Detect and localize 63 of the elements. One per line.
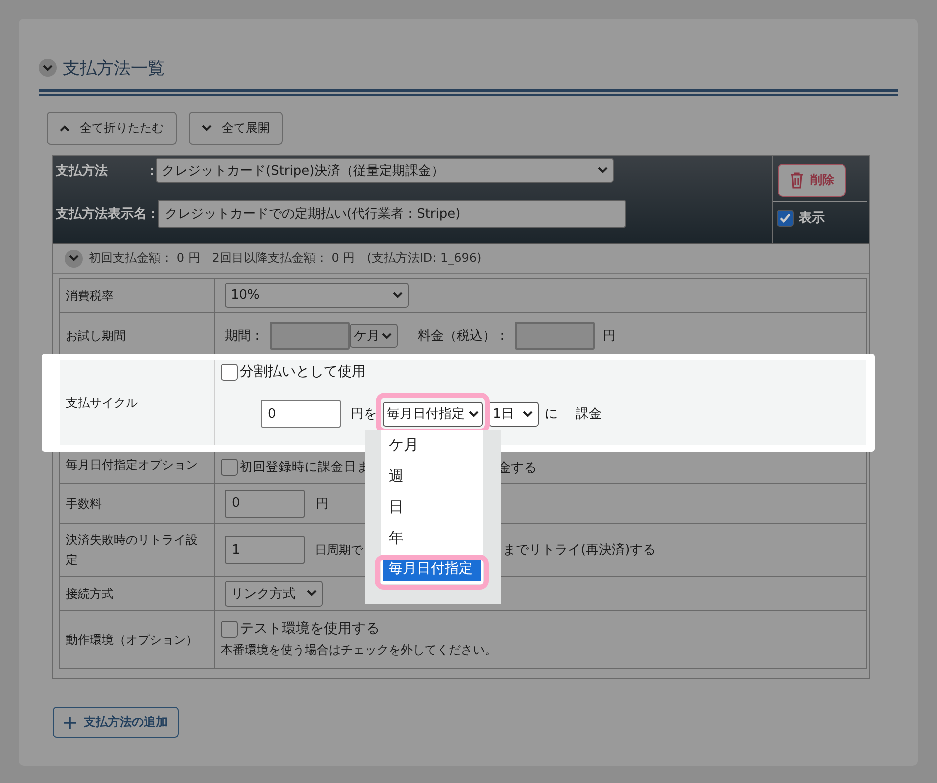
dropdown-option[interactable]: 週 <box>383 460 481 492</box>
dropdown-option[interactable]: ケ月 <box>383 430 481 460</box>
price-field[interactable] <box>515 322 595 350</box>
expand-all-button[interactable]: 全て展開 <box>189 112 283 145</box>
row-label: 毎月日付指定オプション <box>66 456 198 474</box>
retry-interval-field[interactable]: 1 <box>225 536 305 564</box>
collapse-toggle[interactable] <box>65 250 83 268</box>
chevron-icon <box>382 332 392 340</box>
dropdown[interactable]: リンク方式 <box>225 580 323 606</box>
day-dropdown[interactable]: 1日 <box>489 402 539 426</box>
collapse-all-button[interactable]: 全て折りたたむ <box>47 112 177 145</box>
note-text: 本番環境を使う場合はチェックを外してください。 <box>221 642 497 659</box>
chevron-icon <box>307 590 317 597</box>
fee-field[interactable]: 0 <box>225 490 305 518</box>
chevron-icon <box>598 167 608 174</box>
unit-label: 日周期で <box>315 542 363 558</box>
row-label: お試し期間 <box>66 328 126 345</box>
visible-checkbox[interactable] <box>777 210 794 226</box>
unit-dropdown[interactable]: ケ月 <box>350 324 398 348</box>
collapse-toggle[interactable] <box>39 59 57 77</box>
row-label: 支払サイクル <box>66 394 138 412</box>
field-label: 支払方法 <box>56 162 109 180</box>
row-label: 手数料 <box>66 496 102 512</box>
chevron-down-icon <box>69 255 79 262</box>
unit-label: 円を <box>351 406 377 423</box>
row-label: 消費税率 <box>66 288 114 304</box>
row-label: 動作環境（オプション） <box>66 632 198 648</box>
unit-label: 課金 <box>576 406 602 423</box>
currency-label: 円 <box>603 328 616 345</box>
amount-field[interactable]: 0 <box>261 400 341 428</box>
period-field[interactable] <box>270 322 350 350</box>
retry-text: までリトライ(再決済)する <box>503 542 656 559</box>
cycle-dropdown[interactable]: 毎月日付指定 <box>383 402 483 426</box>
checkbox-label: 表示 <box>799 210 825 227</box>
chevron-icon <box>393 292 403 299</box>
checkbox-label: テスト環境を使用する <box>240 620 380 638</box>
section-title: 支払方法一覧 <box>63 58 165 80</box>
dropdown-option[interactable]: 年 <box>383 522 481 554</box>
field-label: 期間： <box>225 328 264 345</box>
chevron-up-icon <box>60 125 70 132</box>
field-label: 料金（税込）： <box>418 328 509 345</box>
add-method-button[interactable]: 支払方法の追加 <box>53 707 179 738</box>
field-label: 支払方法表示名： <box>56 206 158 223</box>
checkbox[interactable] <box>221 364 238 380</box>
plus-icon <box>64 716 76 728</box>
chevron-down-icon <box>202 125 212 132</box>
checkbox[interactable] <box>221 620 238 638</box>
chevron-icon <box>469 410 479 418</box>
chevron-icon <box>523 410 533 418</box>
row-label: 接続方式 <box>66 586 114 602</box>
chevron-down-icon <box>43 64 53 72</box>
dropdown[interactable]: 10% <box>225 283 409 308</box>
colon-label: ： <box>146 162 158 180</box>
trash-icon <box>790 172 804 189</box>
checkbox-label: 分割払いとして使用 <box>240 363 366 381</box>
unit-label: 円 <box>316 496 329 512</box>
display-name-field[interactable]: クレジットカードでの定期払い(代行業者：Stripe) <box>158 200 626 228</box>
summary-text: 初回支払金額： 0 円 2回目以降支払金額： 0 円 (支払方法ID: 1_696) <box>89 250 482 267</box>
row-label: 決済失敗時のリトライ設定 <box>66 532 199 569</box>
unit-label: に <box>545 406 558 423</box>
dropdown-option[interactable]: 日 <box>383 492 481 522</box>
checkbox[interactable] <box>221 459 238 476</box>
payment-method-select[interactable]: クレジットカード(Stripe)決済（従量定期課金） <box>156 158 614 183</box>
